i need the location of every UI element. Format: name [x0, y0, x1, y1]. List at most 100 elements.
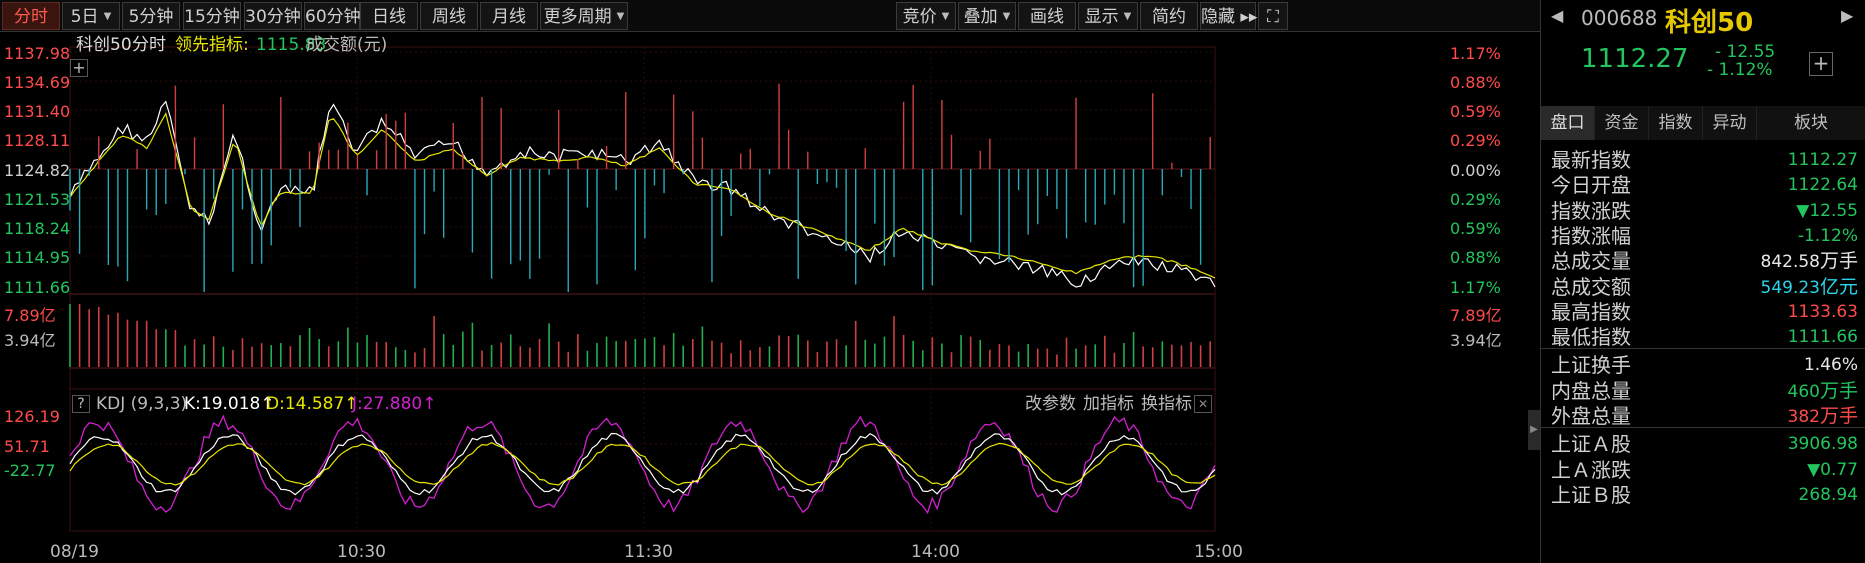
toolbar-item-label: 分时 [14, 7, 48, 27]
quote-row-number: 842.58 [1760, 252, 1820, 273]
stock-name: 科创50 [1665, 8, 1754, 38]
add-watchlist-icon[interactable]: + [1809, 52, 1833, 76]
toolbar-item-13[interactable]: 显示 ▼ [1078, 2, 1138, 30]
toolbar-item-label: 5分钟 [128, 7, 174, 27]
side-tab-2[interactable]: 指数 [1649, 106, 1703, 140]
percent-tick-0: 1.17% [1450, 44, 1501, 63]
side-tab-1[interactable]: 资金 [1595, 106, 1649, 140]
price-tick-3: 1128.11 [4, 131, 71, 150]
percent-tick-4: 0.00% [1450, 161, 1501, 180]
toolbar-item-14[interactable]: 简约 [1140, 2, 1198, 30]
toolbar-item-label: 更多周期 [543, 7, 612, 27]
chart-canvas[interactable] [0, 32, 1540, 563]
kdj-d-value: D:14.587↑ [266, 394, 359, 414]
chevron-down-icon: ▼ [616, 11, 625, 22]
toolbar-item-9[interactable]: 更多周期 ▼ [540, 2, 628, 30]
kdj-k-line [69, 432, 1216, 496]
quote-row-unit: 万手 [1819, 250, 1858, 273]
toolbar-item-label: 竞价 [902, 7, 937, 27]
quote-row-unit: 万手 [1819, 379, 1858, 402]
prev-stock-icon[interactable]: ◀ [1551, 6, 1563, 25]
kdj-j-value: J:27.880↑ [352, 394, 437, 414]
toolbar-item-label: 简约 [1152, 7, 1186, 27]
toolbar-item-8[interactable]: 月线 [480, 2, 538, 30]
toolbar-item-3[interactable]: 15分钟 [183, 2, 241, 30]
percent-tick-2: 0.59% [1450, 102, 1501, 121]
quote-row-number: 1111.66 [1787, 327, 1858, 348]
price-tick-0: 1137.98 [4, 44, 71, 63]
price-tick-1: 1134.69 [4, 73, 71, 92]
percent-tick-6: 0.59% [1450, 219, 1501, 238]
time-label-start: 08/19 [50, 542, 99, 562]
toolbar-item-5[interactable]: 60分钟 [304, 2, 361, 30]
kdj-axis-top: 126.19 [4, 407, 60, 426]
percent-tick-8: 1.17% [1450, 278, 1501, 297]
kdj-k-value: K:19.018↑ [184, 394, 275, 414]
toolbar-item-label: 15分钟 [184, 7, 240, 27]
toolbar-item-11[interactable]: 叠加 ▼ [958, 2, 1016, 30]
toolbar-item-12[interactable]: 画线 [1018, 2, 1076, 30]
legend-lead-label: 领先指标: [175, 35, 249, 55]
quote-row-unit: 亿元 [1819, 275, 1858, 298]
next-stock-icon[interactable]: ▶ [1841, 6, 1853, 25]
volume-axis-mid: 3.94亿 [4, 331, 56, 350]
chart-frame [69, 46, 1216, 532]
toolbar-item-4[interactable]: 30分钟 [244, 2, 302, 30]
side-panel-toggle[interactable]: ▶ [1528, 410, 1540, 450]
quote-row-number: 1133.63 [1787, 301, 1858, 322]
volume-axis-top: 7.89亿 [4, 306, 56, 325]
chevron-down-icon: ▼ [1123, 11, 1132, 22]
intraday-chart[interactable]: 科创50 分时 领先指标: 1115.83 成交额(元) + 1137.98 11… [0, 32, 1540, 563]
toolbar-item-7[interactable]: 周线 [420, 2, 478, 30]
stock-code: 000688 [1581, 6, 1658, 30]
kdj-edit-params-button[interactable]: 改参数 [1025, 394, 1076, 414]
toolbar-item-label: 画线 [1030, 7, 1064, 27]
side-tab-3[interactable]: 异动 [1703, 106, 1757, 140]
kdj-d-line [69, 442, 1216, 486]
quote-row-number: 549.23 [1760, 277, 1820, 298]
toolbar-item-label: 叠加 [963, 7, 998, 27]
fullscreen-icon[interactable]: ⛶ [1258, 2, 1288, 30]
toolbar-item-label: 显示 [1084, 7, 1119, 27]
kdj-add-indicator-button[interactable]: 加指标 [1083, 394, 1134, 414]
quote-row-number: 382 [1787, 407, 1820, 427]
toolbar-item-15[interactable]: 隐藏 ▸▸ [1200, 2, 1258, 30]
row-divider [1541, 427, 1865, 429]
price-line [69, 100, 1216, 288]
toolbar-item-label: 日线 [372, 7, 406, 27]
time-label-1030: 10:30 [337, 542, 386, 562]
toolbar-item-6[interactable]: 日线 [360, 2, 418, 30]
legend-mode: 分时 [132, 35, 166, 55]
toolbar-item-1[interactable]: 5日 ▼ [62, 2, 120, 30]
quote-row: 上证Ｂ股 268.94 [1541, 480, 1865, 510]
quote-row-number: 1.46% [1803, 355, 1858, 376]
time-label-1400: 14:00 [911, 542, 960, 562]
quote-row-number: 460 [1787, 381, 1820, 402]
quote-row-value: 268.94 [1799, 480, 1858, 510]
chevron-down-icon: ▼ [941, 11, 950, 22]
kdj-change-indicator-button[interactable]: 换指标 [1141, 394, 1192, 414]
side-tab-4[interactable]: 板块 [1757, 106, 1865, 140]
toolbar-item-0[interactable]: 分时 [2, 2, 60, 30]
quote-row-number: 1112.27 [1787, 150, 1858, 170]
toolbar-item-label: 周线 [432, 7, 466, 27]
volume-axis-mid-right: 3.94亿 [1450, 331, 1502, 350]
chevron-down-icon: ▼ [103, 11, 112, 22]
kdj-close-icon[interactable]: ✕ [1194, 395, 1212, 413]
quote-row-number: ▼12.55 [1796, 200, 1858, 221]
price-tick-5: 1121.53 [4, 190, 71, 209]
kdj-name: KDJ (9,3,3) [96, 394, 188, 414]
toolbar-item-label: 60分钟 [305, 7, 361, 27]
price-tick-2: 1131.40 [4, 102, 71, 121]
price-change: - 12.55 [1715, 42, 1776, 62]
percent-tick-5: 0.29% [1450, 190, 1501, 209]
avg-price-line [69, 111, 1216, 279]
toolbar-item-2[interactable]: 5分钟 [122, 2, 180, 30]
last-price: 1112.27 [1581, 44, 1689, 74]
period-toolbar: 分时 5日 ▼ 5分钟 15分钟 30分钟 60分钟 日线 周线 月线 更多周期 ▼ 竞价 ▼ 叠加 ▼ 画线显… [0, 0, 1540, 32]
toolbar-item-10[interactable]: 竞价 ▼ [896, 2, 956, 30]
quote-row-unit: 万手 [1819, 405, 1858, 427]
legend-name: 科创50 [76, 35, 132, 55]
side-tab-0[interactable]: 盘口 [1541, 106, 1595, 140]
toolbar-item-label: 隐藏 ▸▸ [1201, 7, 1258, 27]
